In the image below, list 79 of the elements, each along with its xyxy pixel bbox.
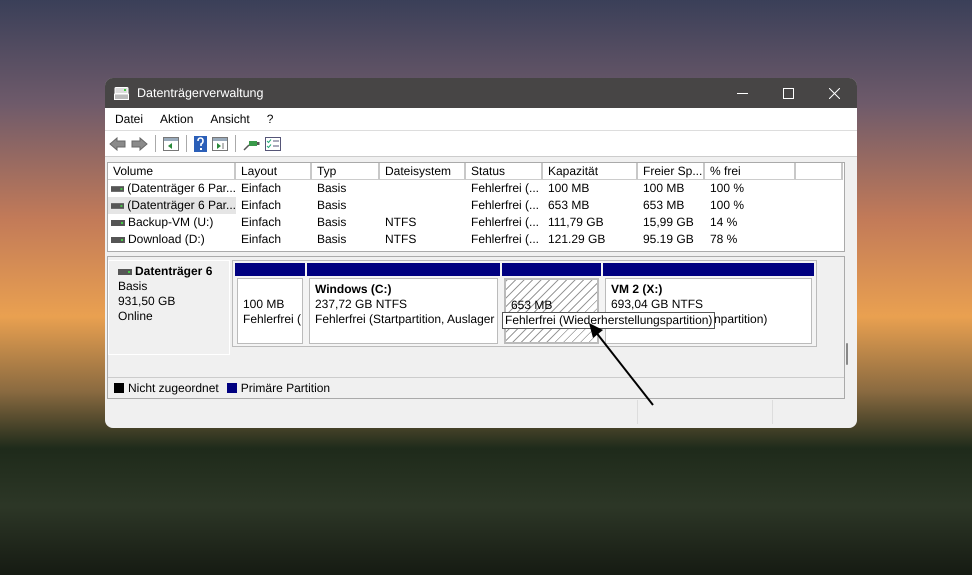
- back-arrow-icon[interactable]: [109, 136, 126, 150]
- table-cell-text: 100 MB: [642, 180, 686, 197]
- partition-block[interactable]: Windows (C:) 237,72 GB NTFS Fehlerfrei (Startpartition, Auslager: [309, 278, 498, 344]
- maximize-icon: [782, 88, 794, 98]
- partition-text: 100 MB: [243, 297, 284, 311]
- window-title: Datenträgerverwaltung: [137, 86, 264, 100]
- tooltip: Fehlerfrei (Wiederherstellungspartition): [502, 312, 716, 329]
- partition-title: VM 2 (X:): [611, 282, 664, 297]
- disk-size: 931,50 GB: [118, 294, 176, 309]
- column-header[interactable]: Freier Sp...: [638, 163, 705, 180]
- legend-label: Primäre Partition: [240, 381, 330, 395]
- column-header[interactable]: Volume: [108, 163, 236, 180]
- table-cell-text: 100 %: [709, 180, 746, 197]
- table-cell-text: Einfach: [240, 197, 282, 214]
- menu-item[interactable]: Datei: [105, 112, 150, 126]
- panel-icon[interactable]: [163, 136, 179, 150]
- table-cell-text: 14 %: [709, 214, 738, 231]
- partition-text: 653 MB: [511, 298, 552, 312]
- menu-item[interactable]: Ansicht: [200, 112, 257, 126]
- column-header[interactable]: Status: [466, 163, 543, 180]
- partition-text: Fehlerfrei (Startpartition, Auslager: [315, 312, 494, 326]
- legend-label: Nicht zugeordnet: [128, 381, 219, 395]
- drive-icon: [111, 186, 124, 192]
- menu-item[interactable]: ?: [256, 112, 280, 126]
- minimize-icon: [736, 92, 748, 94]
- column-header[interactable]: Kapazität: [543, 163, 638, 180]
- column-header[interactable]: Layout: [236, 163, 312, 180]
- table-cell-text: Einfach: [240, 214, 282, 231]
- table-cell-text: 100 MB: [547, 180, 590, 197]
- partition-header-bar: [235, 263, 305, 276]
- partition-title: Windows (C:): [315, 282, 393, 297]
- volume-name: Download (D:): [128, 231, 205, 248]
- table-cell-text: 78 %: [709, 231, 738, 248]
- table-cell-text: Fehlerfrei (...: [470, 231, 540, 248]
- partition-block[interactable]: 100 MB Fehlerfrei (: [237, 278, 303, 344]
- table-cell-text: Basis: [316, 197, 348, 214]
- drive-icon: [118, 268, 132, 274]
- table-cell-text: Einfach: [240, 180, 282, 197]
- table-cell-text: NTFS: [384, 214, 418, 231]
- volume-cell[interactable]: Download (D:): [108, 231, 236, 248]
- forward-arrow-icon[interactable]: [131, 136, 148, 150]
- table-cell-text: Fehlerfrei (...: [470, 180, 540, 197]
- column-header[interactable]: % frei: [705, 163, 796, 180]
- table-cell-text: Basis: [316, 214, 348, 231]
- volume-cell[interactable]: Backup-VM (U:): [108, 214, 236, 231]
- table-cell-text: 653 MB: [547, 197, 590, 214]
- table-cell-text: 100 %: [709, 197, 746, 214]
- table-cell-text: 95.19 GB: [642, 231, 695, 248]
- disk-management-icon: [114, 86, 129, 100]
- partition-text: 237,72 GB NTFS: [315, 297, 408, 311]
- partition-text: npartition): [714, 312, 768, 326]
- menu-item[interactable]: Aktion: [150, 112, 200, 126]
- drive-icon: [111, 236, 125, 242]
- scrollbar-thumb[interactable]: [846, 343, 848, 365]
- table-cell-text: 111,79 GB: [547, 214, 605, 231]
- table-cell-text: 653 MB: [642, 197, 686, 214]
- disk-type: Basis: [118, 279, 148, 294]
- drive-icon: [111, 202, 124, 208]
- disk-status: Online: [118, 309, 154, 324]
- panel-icon[interactable]: [212, 136, 228, 150]
- table-cell-text: Einfach: [240, 231, 282, 248]
- table-cell-text: Fehlerfrei (...: [470, 197, 540, 214]
- column-header[interactable]: Dateisystem: [380, 163, 466, 180]
- help-icon[interactable]: [194, 136, 207, 152]
- partition-text: Fehlerfrei (: [243, 312, 302, 326]
- drive-icon: [111, 220, 125, 226]
- partition-text: 693,04 GB NTFS: [611, 297, 704, 311]
- column-header[interactable]: Typ: [312, 163, 380, 180]
- table-cell-text: Basis: [316, 180, 348, 197]
- disk-info-panel[interactable]: Datenträger 6 Basis 931,50 GB Online: [108, 260, 230, 355]
- volume-name: Backup-VM (U:): [128, 214, 214, 231]
- table-cell-text: Basis: [316, 231, 348, 248]
- table-cell-text: 121.29 GB: [547, 231, 606, 248]
- table-cell-text: 15,99 GB: [642, 214, 695, 231]
- table-cell-text: NTFS: [384, 231, 418, 248]
- table-cell-text: Fehlerfrei (...: [470, 214, 540, 231]
- close-icon: [828, 88, 840, 98]
- checklist-icon[interactable]: [265, 136, 281, 150]
- disk-name: Datenträger 6: [135, 264, 212, 279]
